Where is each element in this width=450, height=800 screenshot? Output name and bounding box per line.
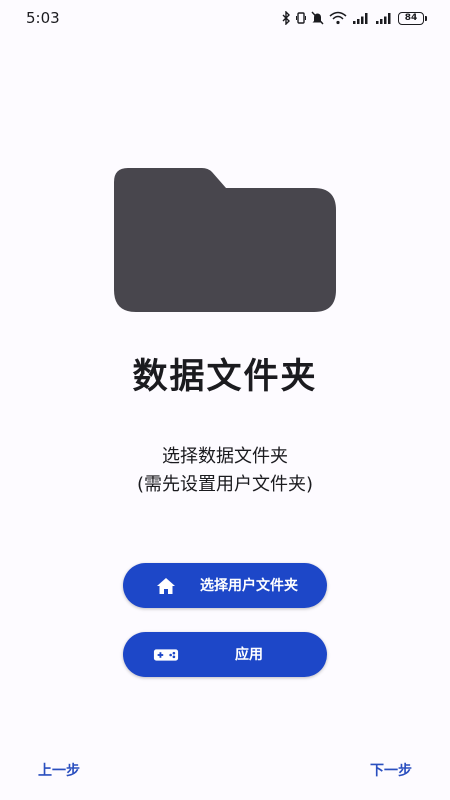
signal-icon	[375, 12, 393, 25]
status-time: 5:03	[26, 9, 60, 27]
vibrate-icon	[296, 11, 306, 25]
page-title: 数据文件夹	[132, 357, 318, 397]
next-step-link[interactable]: 下一步	[370, 760, 412, 780]
signal-icon	[352, 12, 370, 25]
description: 选择数据文件夹 (需先设置用户文件夹)	[0, 443, 450, 499]
home-icon	[153, 575, 179, 597]
description-note: (需先设置用户文件夹)	[136, 474, 314, 495]
wifi-icon	[329, 11, 347, 25]
folder-icon	[114, 168, 336, 312]
apply-button[interactable]: 应用	[123, 632, 327, 677]
bluetooth-icon	[282, 11, 291, 25]
battery-level: 84	[404, 13, 418, 23]
gamepad-icon	[153, 644, 179, 666]
apply-label: 应用	[235, 646, 263, 663]
previous-step-link[interactable]: 上一步	[38, 760, 80, 780]
description-line: 选择数据文件夹	[162, 446, 288, 467]
battery-icon: 84	[398, 11, 427, 25]
mute-icon	[311, 11, 324, 25]
select-user-folder-label: 选择用户文件夹	[200, 577, 298, 594]
select-user-folder-button[interactable]: 选择用户文件夹	[123, 563, 327, 608]
status-bar: 5:03 84	[0, 0, 450, 36]
status-icons: 84	[282, 9, 427, 27]
